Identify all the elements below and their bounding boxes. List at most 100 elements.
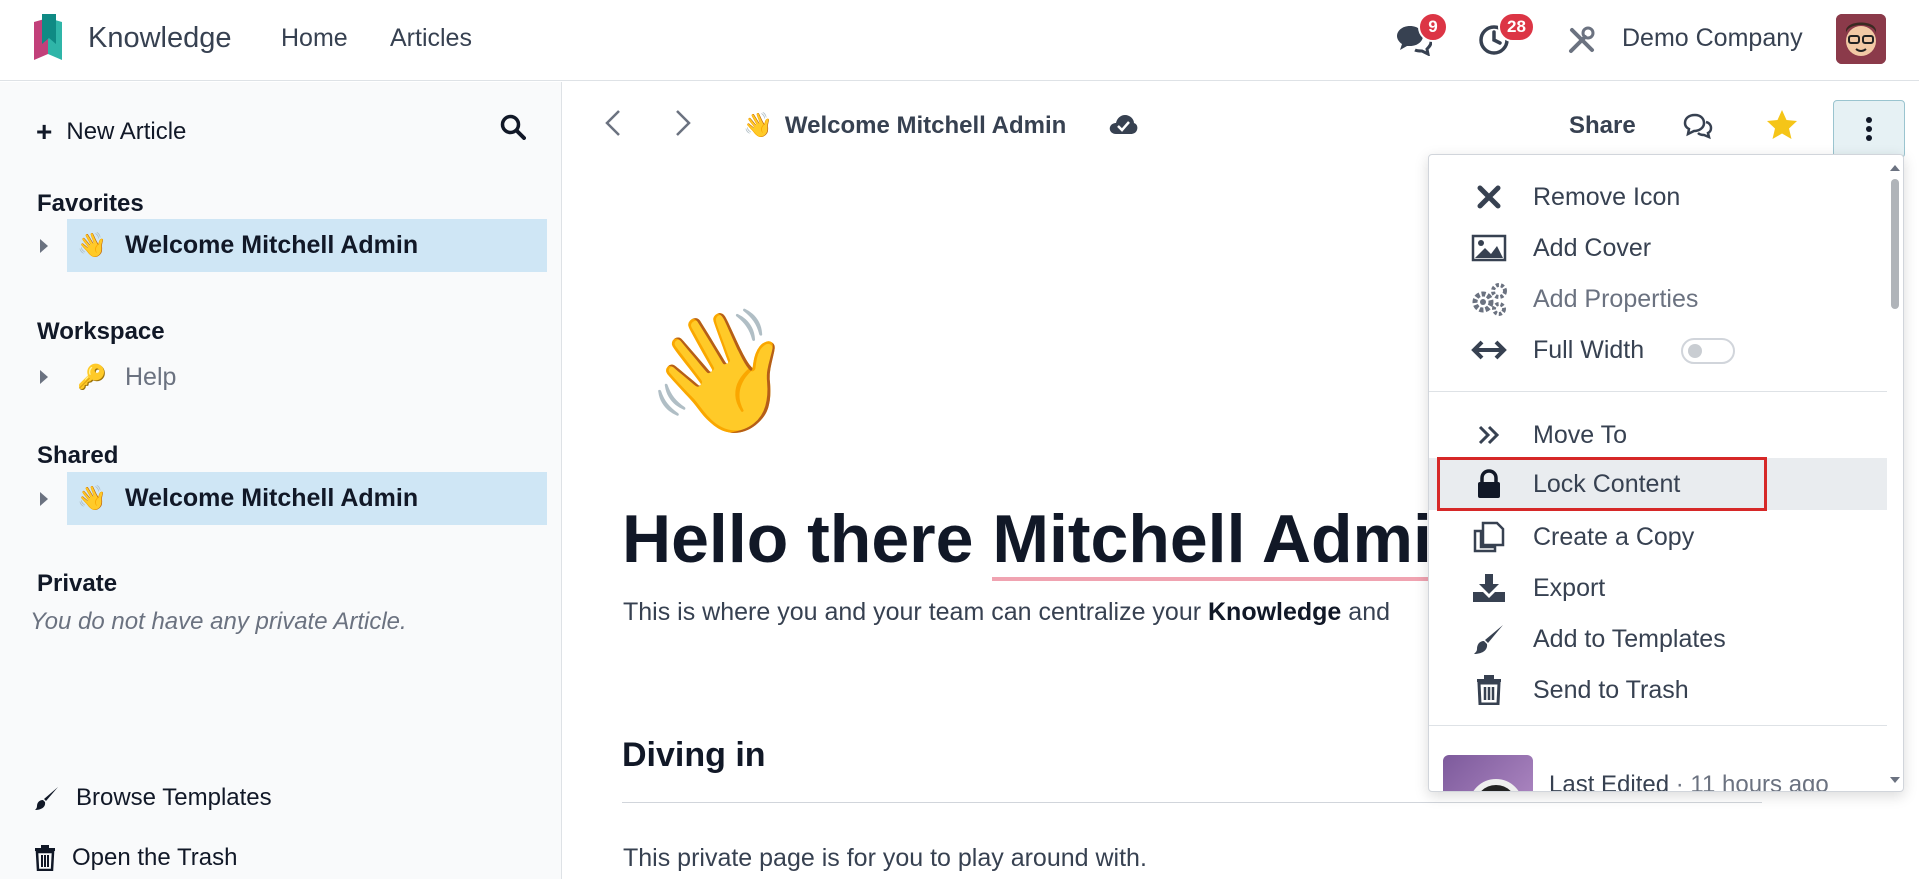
intro-bold: Knowledge: [1208, 598, 1342, 626]
app-name[interactable]: Knowledge: [88, 22, 232, 55]
menu-item-full-width[interactable]: Full Width: [1429, 326, 1887, 374]
sidebar-item-help[interactable]: 🔑 Help: [67, 351, 547, 404]
editor-avatar: [1443, 755, 1533, 791]
new-article-button[interactable]: + New Article: [36, 116, 186, 148]
brush-icon: [1469, 619, 1509, 659]
forward-arrow-icon[interactable]: [673, 108, 693, 143]
workspace-section-title: Workspace: [37, 318, 165, 345]
search-icon[interactable]: [500, 114, 526, 145]
wave-emoji-icon: 👋: [743, 112, 773, 139]
menu-item-label: Add Properties: [1533, 284, 1699, 313]
sidebar-item-label: Welcome Mitchell Admin: [125, 484, 419, 512]
menu-item-label: Full Width: [1533, 335, 1645, 364]
top-navbar: Knowledge Home Articles 9 28 Demo Compan…: [0, 0, 1919, 81]
sidebar-item-favorite-welcome[interactable]: 👋 Welcome Mitchell Admin: [67, 219, 547, 272]
activities-badge: 28: [1498, 12, 1535, 42]
new-article-label: New Article: [66, 118, 187, 145]
article-icon[interactable]: 👋: [645, 312, 794, 432]
favorite-star-icon[interactable]: [1765, 108, 1799, 147]
article-heading[interactable]: Hello there Mitchell Admin: [622, 500, 1474, 581]
more-options-dropdown: Remove Icon Add Cover Add Properties Ful…: [1428, 154, 1904, 792]
last-edited-label: Last Edited: [1549, 771, 1670, 792]
double-chevron-right-icon: [1469, 415, 1509, 455]
menu-item-send-to-trash[interactable]: Send to Trash: [1429, 666, 1887, 714]
scroll-up-arrow-icon[interactable]: [1889, 163, 1901, 173]
trash-icon: [1469, 670, 1509, 710]
share-button[interactable]: Share: [1569, 112, 1636, 140]
sidebar-item-label: Help: [125, 363, 177, 391]
full-width-toggle[interactable]: [1681, 338, 1735, 364]
menu-item-label: Add to Templates: [1533, 624, 1726, 653]
menu-item-remove-icon[interactable]: Remove Icon: [1429, 173, 1887, 221]
sidebar-item-shared-welcome[interactable]: 👋 Welcome Mitchell Admin: [67, 472, 547, 525]
vertical-dots-icon: [1866, 117, 1872, 141]
favorites-section-title: Favorites: [37, 190, 144, 217]
wave-emoji-icon: 👋: [77, 485, 107, 512]
menu-item-add-cover[interactable]: Add Cover: [1429, 224, 1887, 272]
copy-icon: [1469, 517, 1509, 557]
trash-icon: [35, 845, 55, 871]
menu-item-add-properties[interactable]: Add Properties: [1429, 275, 1887, 323]
workspace-expand-caret-icon[interactable]: [40, 370, 48, 384]
intro-paragraph[interactable]: This is where you and your team can cent…: [623, 598, 1390, 627]
menu-divider: [1429, 391, 1887, 392]
heading-name: Mitchell Admin: [992, 501, 1474, 581]
open-trash-label: Open the Trash: [72, 844, 238, 871]
menu-item-move-to[interactable]: Move To: [1429, 411, 1887, 459]
favorites-expand-caret-icon[interactable]: [40, 239, 48, 253]
last-edited-info: Last Edited · 11 hours ago: [1443, 755, 1883, 792]
browse-templates-link[interactable]: Browse Templates: [34, 784, 272, 812]
shared-section-title: Shared: [37, 442, 119, 469]
private-section-title: Private: [37, 570, 118, 597]
menu-item-label: Move To: [1533, 420, 1628, 449]
menu-item-add-to-templates[interactable]: Add to Templates: [1429, 615, 1887, 663]
intro-start: This is where you and your team can cent…: [623, 598, 1208, 626]
scroll-down-arrow-icon[interactable]: [1889, 775, 1901, 785]
lock-content-highlight: [1437, 457, 1767, 511]
sidebar-item-label: Welcome Mitchell Admin: [125, 231, 419, 259]
scrollbar-thumb[interactable]: [1891, 179, 1899, 309]
close-x-icon: [1469, 177, 1509, 217]
menu-item-label: Create a Copy: [1533, 522, 1695, 551]
browse-templates-label: Browse Templates: [76, 784, 272, 811]
nav-home[interactable]: Home: [281, 24, 348, 53]
wave-emoji-icon: 👋: [77, 232, 107, 259]
menu-item-create-copy[interactable]: Create a Copy: [1429, 513, 1887, 561]
gears-icon: [1469, 279, 1509, 319]
back-arrow-icon[interactable]: [603, 108, 623, 143]
menu-item-export[interactable]: Export: [1429, 564, 1887, 612]
cloud-saved-icon: [1108, 112, 1138, 141]
dropdown-scrollbar[interactable]: [1889, 163, 1901, 785]
menu-item-label: Add Cover: [1533, 233, 1652, 262]
messages-badge: 9: [1418, 12, 1448, 42]
comments-icon[interactable]: [1683, 112, 1713, 145]
more-options-button[interactable]: [1833, 100, 1905, 158]
heading-start: Hello there: [622, 501, 993, 577]
horizontal-arrows-icon: [1469, 330, 1509, 370]
key-emoji-icon: 🔑: [77, 364, 107, 391]
article-title[interactable]: Welcome Mitchell Admin: [785, 112, 1066, 140]
user-avatar[interactable]: [1836, 14, 1886, 64]
menu-item-label: Remove Icon: [1533, 182, 1681, 211]
last-edited-time: · 11 hours ago: [1669, 771, 1829, 792]
shared-expand-caret-icon[interactable]: [40, 492, 48, 506]
sidebar: + New Article Favorites 👋 Welcome Mitche…: [0, 82, 562, 879]
private-empty-message: You do not have any private Article.: [30, 608, 407, 635]
divider: [622, 802, 1762, 803]
download-icon: [1469, 568, 1509, 608]
section-heading[interactable]: Diving in: [622, 736, 766, 775]
open-trash-link[interactable]: Open the Trash: [34, 844, 237, 872]
body-paragraph[interactable]: This private page is for you to play aro…: [623, 844, 1147, 873]
company-switcher[interactable]: Demo Company: [1622, 24, 1803, 53]
intro-end: and: [1341, 598, 1391, 626]
nav-articles[interactable]: Articles: [390, 24, 472, 53]
last-edited-text: Last Edited · 11 hours ago: [1549, 771, 1829, 792]
menu-divider: [1429, 725, 1887, 726]
knowledge-logo-icon[interactable]: [30, 14, 66, 62]
brush-icon: [35, 787, 58, 810]
plus-icon: +: [36, 116, 53, 147]
tools-icon[interactable]: [1562, 20, 1602, 60]
breadcrumb: 👋 Welcome Mitchell Admin: [743, 111, 1066, 140]
menu-item-label: Send to Trash: [1533, 675, 1689, 704]
image-icon: [1469, 228, 1509, 268]
